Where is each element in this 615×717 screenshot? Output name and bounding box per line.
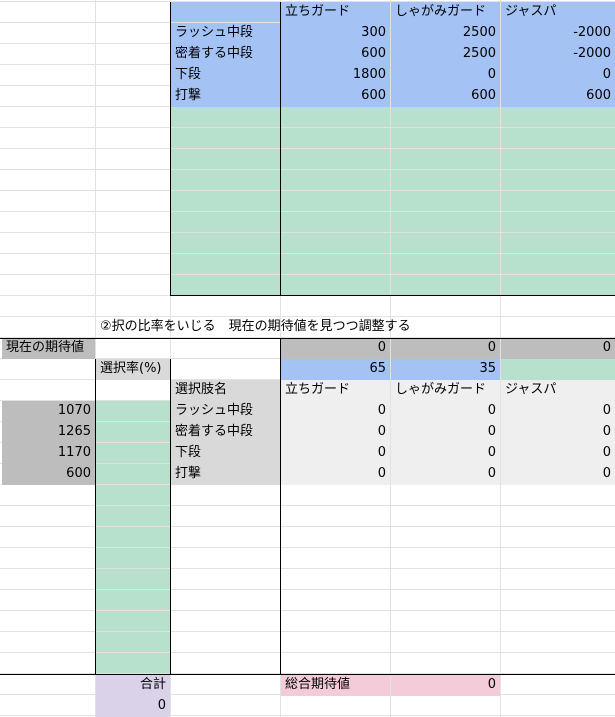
gridline-horizontal	[0, 274, 615, 275]
gridline-horizontal	[0, 505, 615, 506]
top-row-label-low[interactable]: 下段	[171, 65, 280, 86]
top-row-label-rush-mid[interactable]: ラッシュ中段	[171, 23, 280, 44]
gridline-horizontal	[0, 190, 615, 191]
bottom-cell[interactable]: 0	[281, 401, 390, 422]
gridline-horizontal	[0, 610, 615, 611]
top-cell[interactable]: 600	[281, 44, 390, 65]
bottom-cell[interactable]: 0	[281, 443, 390, 464]
ratio-crouching-input[interactable]: 35	[391, 359, 500, 380]
top-cell[interactable]: 600	[391, 86, 500, 107]
gridline-horizontal	[0, 253, 615, 254]
current-value[interactable]: 600	[2, 464, 95, 485]
gridline-horizontal	[0, 526, 615, 527]
ratio-column-right-border	[170, 359, 171, 675]
top-cell[interactable]: -2000	[501, 23, 615, 44]
expected-row-top-border	[0, 338, 615, 339]
option-label-rush-mid[interactable]: ラッシュ中段	[171, 401, 280, 422]
gridline-horizontal	[0, 568, 615, 569]
bottom-cell[interactable]: 0	[391, 401, 500, 422]
gridline-horizontal	[0, 211, 615, 212]
gridline-horizontal	[0, 652, 615, 653]
top-table-empty-area	[171, 107, 615, 295]
top-cell[interactable]: 2500	[391, 23, 500, 44]
top-cell[interactable]: 0	[391, 65, 500, 86]
top-table-left-border	[170, 2, 171, 296]
gridline-horizontal	[0, 169, 615, 170]
expected-standing[interactable]: 0	[281, 338, 390, 359]
bottom-cell[interactable]: 0	[501, 401, 615, 422]
gridline-horizontal	[0, 715, 615, 716]
top-cell[interactable]: 600	[501, 86, 615, 107]
top-cell[interactable]: 2500	[391, 44, 500, 65]
bottom-header-standing[interactable]: 立ちガード	[281, 380, 390, 401]
top-row-label-close-mid[interactable]: 密着する中段	[171, 44, 280, 65]
bottom-cell[interactable]: 0	[501, 422, 615, 443]
option-label-strike[interactable]: 打撃	[171, 464, 280, 485]
bottom-header-crouching[interactable]: しゃがみガード	[391, 380, 500, 401]
gridline-horizontal	[0, 127, 615, 128]
instruction-note[interactable]: ②択の比率をいじる 現在の期待値を見つつ調整する	[96, 317, 516, 338]
ratio-just-parry-input[interactable]	[501, 359, 615, 380]
bottom-cell[interactable]: 0	[391, 443, 500, 464]
top-cell[interactable]: 300	[281, 23, 390, 44]
top-header-crouching[interactable]: しゃがみガード	[391, 2, 500, 23]
overall-expected-value[interactable]: 0	[391, 675, 500, 696]
current-value[interactable]: 1265	[2, 422, 95, 443]
top-table-divider	[280, 2, 281, 296]
selection-rate-label[interactable]: 選択率(%)	[96, 359, 170, 380]
top-row-label-strike[interactable]: 打撃	[171, 86, 280, 107]
option-name-header[interactable]: 選択肢名	[171, 380, 280, 401]
ratio-column-left-border	[95, 359, 96, 675]
bottom-header-just-parry[interactable]: ジャスパ	[501, 380, 615, 401]
option-label-close-mid[interactable]: 密着する中段	[171, 422, 280, 443]
ratio-standing-input[interactable]: 65	[281, 359, 390, 380]
bottom-cell[interactable]: 0	[501, 443, 615, 464]
gridline-horizontal	[0, 232, 615, 233]
top-header-just-parry[interactable]: ジャスパ	[501, 2, 615, 23]
gridline-horizontal	[0, 631, 615, 632]
option-label-low[interactable]: 下段	[171, 443, 280, 464]
bottom-cell[interactable]: 0	[391, 464, 500, 485]
gridline-horizontal	[0, 547, 615, 548]
bottom-cell[interactable]: 0	[391, 422, 500, 443]
current-expected-label[interactable]: 現在の期待値	[2, 338, 95, 359]
overall-expected-label[interactable]: 総合期待値	[281, 675, 390, 696]
bottom-cell[interactable]: 0	[281, 422, 390, 443]
bottom-cell[interactable]: 0	[501, 464, 615, 485]
total-value[interactable]: 0	[96, 696, 170, 717]
top-cell[interactable]: 1800	[281, 65, 390, 86]
top-table-bottom-border	[170, 295, 615, 296]
bottom-cell[interactable]: 0	[281, 464, 390, 485]
spreadsheet-grid[interactable]: 立ちガード しゃがみガード ジャスパ ラッシュ中段 300 2500 -2000…	[0, 0, 615, 717]
top-cell[interactable]: 0	[501, 65, 615, 86]
top-cell[interactable]: -2000	[501, 44, 615, 65]
current-value[interactable]: 1070	[2, 401, 95, 422]
top-header-standing[interactable]: 立ちガード	[281, 2, 390, 23]
expected-crouching[interactable]: 0	[391, 338, 500, 359]
gridline-horizontal	[0, 148, 615, 149]
total-label[interactable]: 合計	[96, 675, 170, 696]
current-value[interactable]: 1170	[2, 443, 95, 464]
top-cell[interactable]: 600	[281, 86, 390, 107]
gridline-horizontal	[0, 589, 615, 590]
option-column-right-border	[280, 338, 281, 675]
expected-just-parry[interactable]: 0	[501, 338, 615, 359]
